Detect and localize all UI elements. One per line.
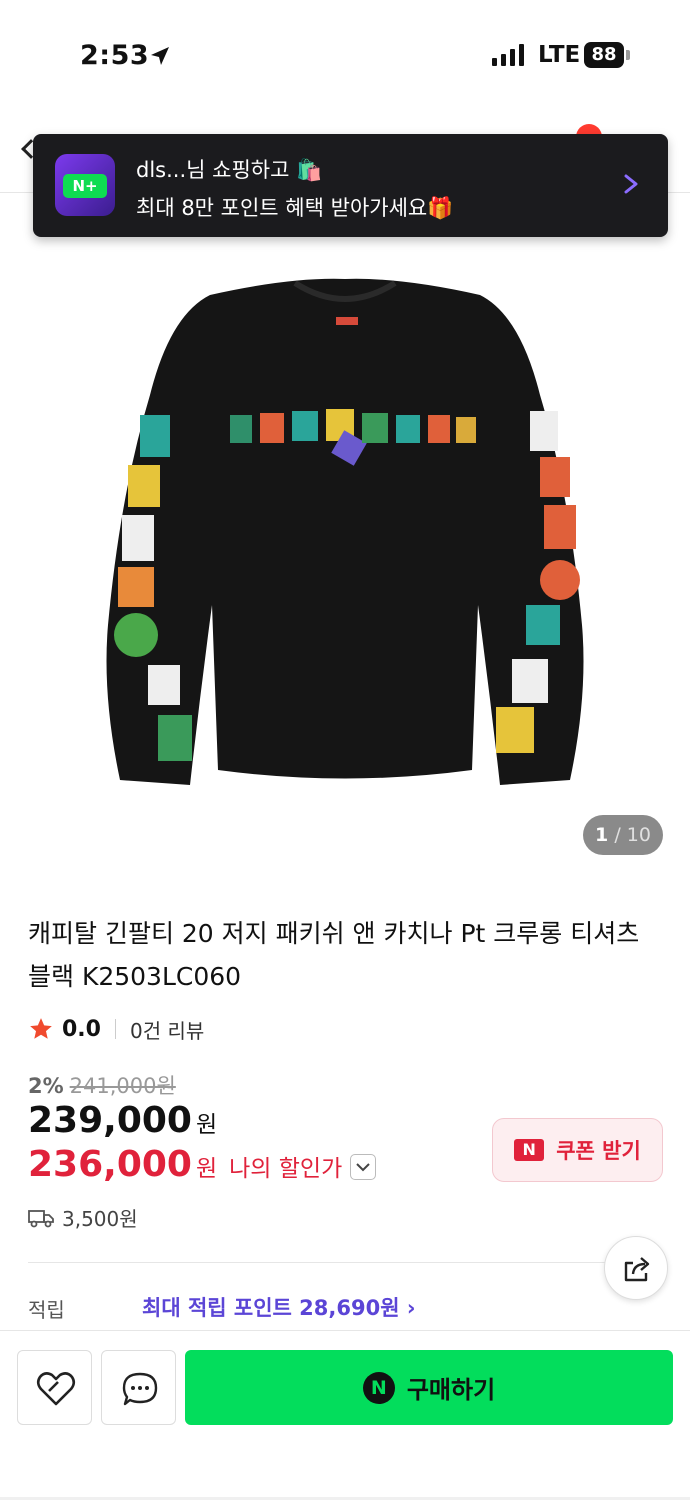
buy-now-button[interactable]: N 구매하기 [185, 1350, 673, 1425]
shipping-fee: 3,500원 [62, 1207, 138, 1231]
truck-icon [28, 1209, 54, 1227]
heart-icon [36, 1372, 76, 1406]
location-arrow-icon [151, 47, 169, 65]
chevron-right-icon[interactable] [621, 174, 641, 194]
max-points-link[interactable]: 최대 적립 포인트 28,690원 › [142, 1292, 416, 1322]
cellular-signal-icon [492, 44, 524, 66]
sale-price: 239,000 [28, 1100, 192, 1141]
product-image-black-longsleeve-tshirt[interactable] [100, 275, 590, 805]
rating-value: 0.0 [62, 1016, 101, 1042]
rating-row[interactable]: 0.0 0건 리뷰 [28, 1014, 204, 1044]
status-bar: 2:53 LTE 88 [0, 0, 690, 110]
toast-message-line1: dls...님 쇼핑하고 🛍️ [136, 158, 323, 182]
review-count[interactable]: 0건 리뷰 [130, 1015, 204, 1044]
share-button[interactable] [604, 1236, 668, 1300]
status-time: 2:53 [80, 40, 150, 71]
shipping-fee-row: 3,500원 [28, 1203, 138, 1232]
get-coupon-label: 쿠폰 받기 [556, 1139, 641, 1163]
naver-plus-logo: N+ [55, 154, 115, 216]
battery-level: 88 [584, 42, 624, 68]
price-row: 239,000 원 [28, 1100, 217, 1146]
original-price: 241,000원 [69, 1074, 176, 1098]
share-icon [624, 1257, 650, 1282]
promo-toast[interactable]: N+ dls...님 쇼핑하고 🛍️ 최대 8만 포인트 혜택 받아가세요🎁 [33, 134, 668, 237]
chat-bubble-icon [122, 1372, 158, 1406]
gallery-separator: / [608, 824, 627, 846]
naver-coupon-icon: N [514, 1139, 545, 1161]
network-type: LTE [538, 42, 581, 68]
discount-rate: 2% [28, 1074, 64, 1098]
product-title: 캐피탈 긴팔티 20 저지 패키쉬 앤 카치나 Pt 크루롱 티셔츠 블랙 K2… [28, 919, 640, 991]
naver-pay-icon: N [362, 1371, 395, 1404]
chevron-down-icon [356, 1163, 370, 1172]
gallery-total-pages: 10 [626, 824, 651, 846]
battery-nub [626, 50, 630, 60]
toast-message-line2: 최대 8만 포인트 혜택 받아가세요🎁 [136, 196, 454, 220]
my-discount-price: 236,000 [28, 1144, 192, 1185]
rating-separator [114, 1019, 116, 1039]
sale-price-unit: 원 [195, 1112, 218, 1138]
talk-inquiry-button[interactable] [101, 1350, 176, 1425]
get-coupon-button[interactable]: N 쿠폰 받기 [492, 1118, 663, 1182]
star-icon [30, 1018, 52, 1039]
section-divider [28, 1262, 662, 1263]
naver-plus-logo-text: N+ [63, 174, 107, 198]
gallery-page-indicator: 1 / 10 [583, 815, 663, 855]
wishlist-button[interactable] [17, 1350, 92, 1425]
discount-row: 2% 241,000원 [28, 1070, 176, 1100]
my-price-expand-button[interactable] [350, 1154, 377, 1180]
gallery-current-page: 1 [595, 824, 609, 846]
points-label: 적립 [28, 1298, 65, 1322]
my-discount-price-unit: 원 [195, 1156, 218, 1182]
my-price-row[interactable]: 236,000 원 나의 할인가 [28, 1144, 377, 1190]
buy-now-label: 구매하기 [406, 1376, 496, 1404]
bottom-action-bar: N 구매하기 [0, 1330, 690, 1500]
my-discount-price-label: 나의 할인가 [229, 1156, 343, 1182]
